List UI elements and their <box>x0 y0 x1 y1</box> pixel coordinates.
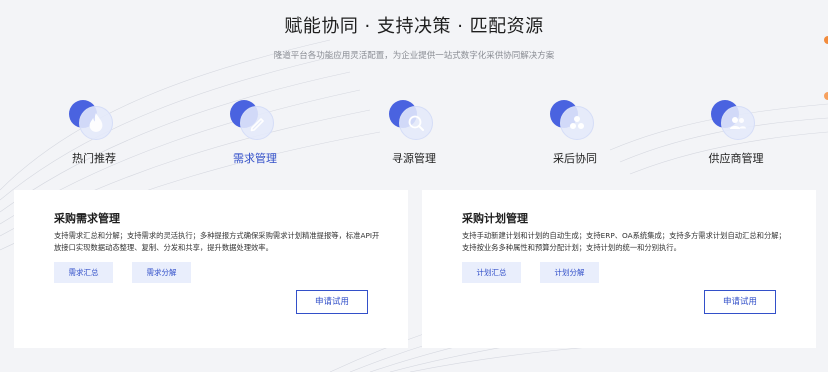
feature-tabs: 热门推荐 需求管理 寻源管理 采后协同 供应商管理 <box>0 96 828 176</box>
tag-demand-summary[interactable]: 需求汇总 <box>54 262 113 283</box>
card-description: 支持需求汇总和分解；支持需求的灵活执行；多种提报方式确保采购需求计划精准提报等，… <box>54 231 380 252</box>
tag-demand-breakdown[interactable]: 需求分解 <box>132 262 191 283</box>
tab-label: 需求管理 <box>233 152 277 165</box>
card-description: 支持手动新建计划和计划的自动生成；支持ERP、OA系统集成；支持多方需求计划自动… <box>462 231 786 252</box>
flame-icon <box>69 96 119 144</box>
tab-sourcing-management[interactable]: 寻源管理 <box>359 96 469 166</box>
nodes-icon <box>550 96 600 144</box>
tab-demand-management[interactable]: 需求管理 <box>200 96 310 166</box>
pencil-icon <box>230 96 280 144</box>
tab-label: 热门推荐 <box>72 152 116 165</box>
tab-supplier-management[interactable]: 供应商管理 <box>681 96 791 166</box>
page-subtitle: 隆道平台各功能应用灵活配置，为企业提供一站式数字化采供协同解决方案 <box>273 51 555 61</box>
tab-hot-recommend[interactable]: 热门推荐 <box>39 96 149 166</box>
apply-trial-button[interactable]: 申请试用 <box>704 290 776 314</box>
tab-label: 采后协同 <box>553 152 597 165</box>
tab-label: 供应商管理 <box>708 152 764 165</box>
magnifier-icon <box>389 96 439 144</box>
page: 赋能协同 · 支持决策 · 匹配资源 隆道平台各功能应用灵活配置，为企业提供一站… <box>0 0 828 372</box>
tag-plan-breakdown[interactable]: 计划分解 <box>540 262 599 283</box>
purchase-demand-card: 采购需求管理 支持需求汇总和分解；支持需求的灵活执行；多种提报方式确保采购需求计… <box>14 190 408 348</box>
purchase-plan-card: 采购计划管理 支持手动新建计划和计划的自动生成；支持ERP、OA系统集成；支持多… <box>422 190 816 348</box>
card-title: 采购计划管理 <box>462 212 528 225</box>
apply-trial-button[interactable]: 申请试用 <box>296 290 368 314</box>
tag-plan-summary[interactable]: 计划汇总 <box>462 262 521 283</box>
card-title: 采购需求管理 <box>54 212 120 225</box>
tab-label: 寻源管理 <box>392 152 436 165</box>
users-icon <box>711 96 761 144</box>
page-title: 赋能协同 · 支持决策 · 匹配资源 <box>284 16 544 37</box>
tab-post-purchase-collaboration[interactable]: 采后协同 <box>520 96 630 166</box>
